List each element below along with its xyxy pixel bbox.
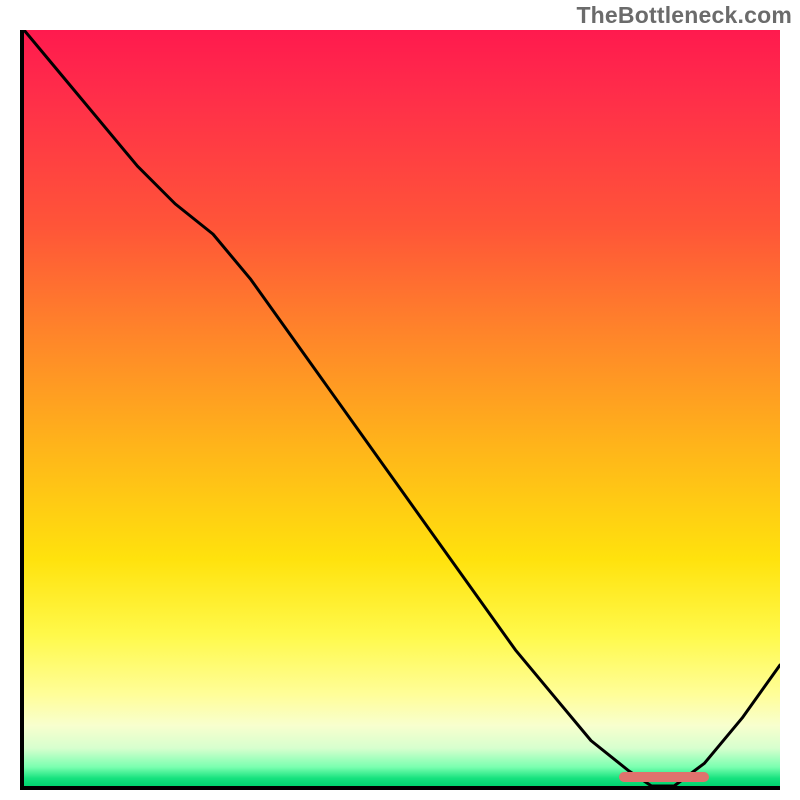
chart-background-gradient — [24, 30, 780, 786]
watermark: TheBottleneck.com — [576, 2, 792, 29]
chart-axes-frame — [20, 30, 780, 790]
optimal-range-marker — [619, 772, 709, 782]
